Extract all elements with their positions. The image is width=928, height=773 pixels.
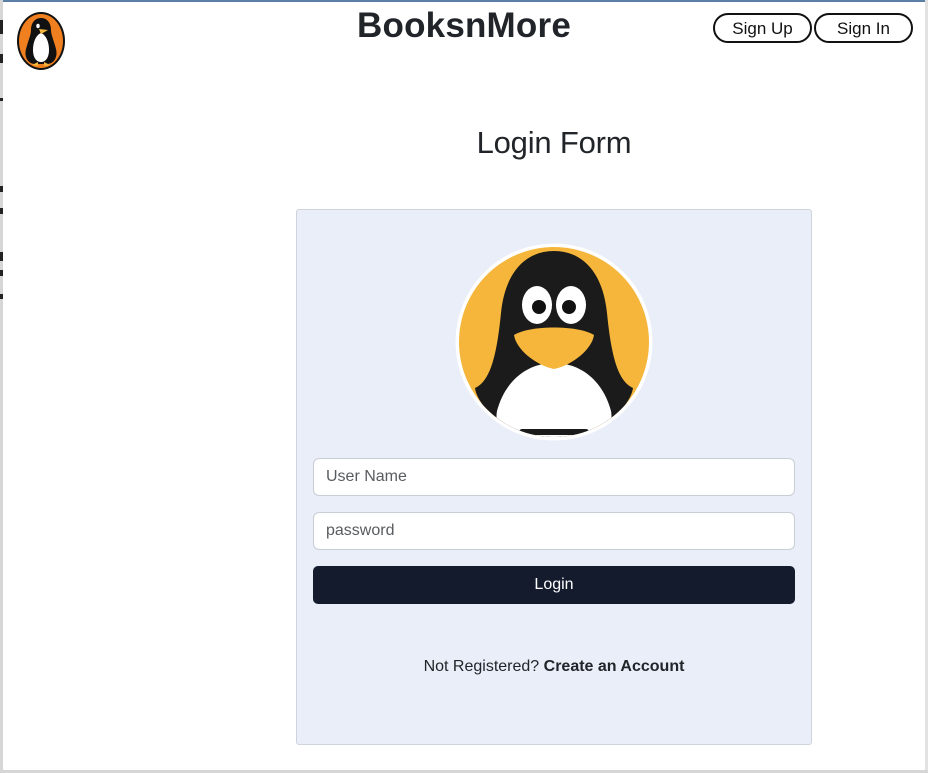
page: BooksnMore Sign Up Sign In Login Form Us… bbox=[0, 0, 928, 773]
penguin-avatar-icon bbox=[455, 243, 653, 441]
login-card: Login Not Registered? Create an Account bbox=[296, 209, 812, 745]
password-input[interactable] bbox=[313, 512, 795, 550]
register-prompt-line: Not Registered? Create an Account bbox=[297, 658, 811, 676]
username-input[interactable] bbox=[313, 458, 795, 496]
left-edge-marks bbox=[0, 20, 4, 320]
window-top-border bbox=[0, 0, 928, 2]
login-button[interactable]: Login bbox=[313, 566, 795, 604]
register-prompt-text: Not Registered? bbox=[423, 658, 540, 675]
create-account-link[interactable]: Create an Account bbox=[544, 658, 685, 675]
login-form-title: Login Form bbox=[476, 125, 632, 160]
sign-in-button[interactable]: Sign In bbox=[814, 13, 913, 43]
sign-up-button[interactable]: Sign Up bbox=[713, 13, 812, 43]
